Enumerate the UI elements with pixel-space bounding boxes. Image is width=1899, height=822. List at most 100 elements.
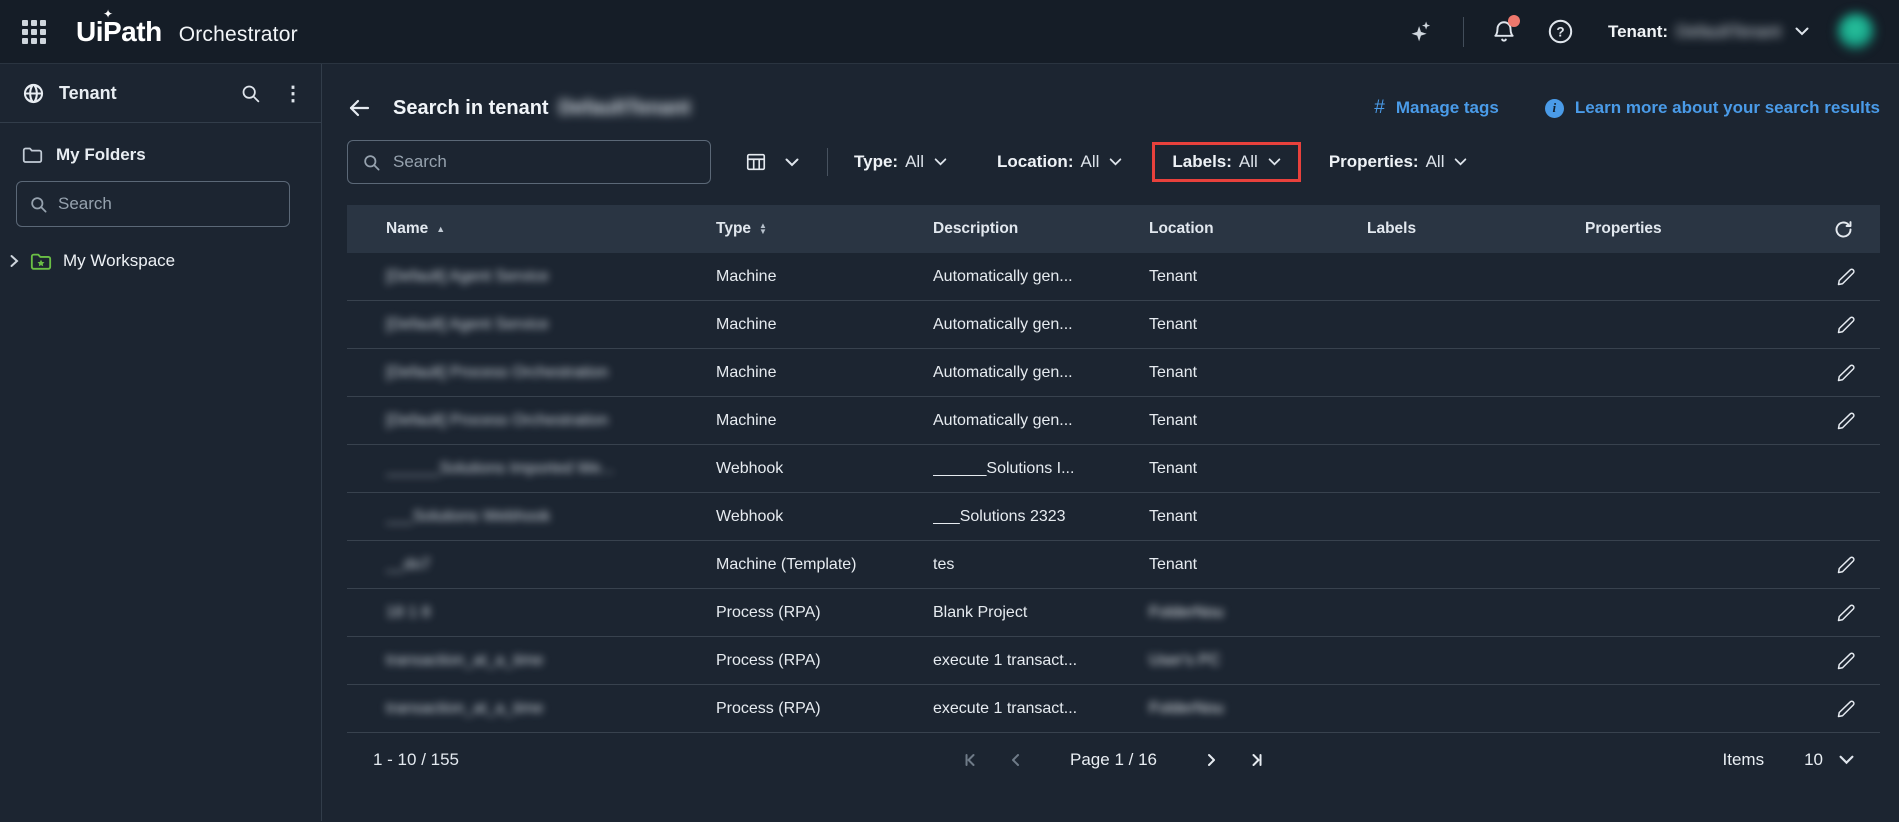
row-location: Tenant	[1149, 459, 1198, 477]
page-title-tenant-name: DefaultTenant	[558, 96, 691, 119]
filter-labels[interactable]: Labels: All	[1172, 152, 1281, 172]
filter-location[interactable]: Location: All	[997, 152, 1122, 172]
chevron-down-icon	[1839, 755, 1854, 765]
search-icon	[364, 154, 380, 170]
table-row[interactable]: transaction_at_a_time Process (RPA) execut…	[347, 637, 1880, 685]
help-icon[interactable]: ?	[1547, 18, 1574, 45]
column-header-labels: Labels	[1367, 220, 1417, 237]
sidebar-kebab-menu-icon[interactable]: ⋮	[283, 81, 303, 106]
sort-asc-icon: ▲	[436, 224, 446, 234]
row-name[interactable]: [Default] Agent Service	[347, 268, 716, 286]
row-name[interactable]: __do7	[347, 556, 716, 574]
app-launcher-icon[interactable]	[22, 19, 46, 44]
column-header-type[interactable]: Type ▲ ▼	[716, 220, 933, 238]
sidebar-item-my-folders[interactable]: My Folders	[22, 145, 321, 165]
row-name[interactable]: ___Solutions Webhook	[347, 508, 716, 526]
last-page-icon[interactable]	[1239, 743, 1273, 777]
first-page-icon[interactable]	[954, 743, 988, 777]
row-name[interactable]: transaction_at_a_time	[347, 652, 716, 670]
sidebar-search-icon[interactable]	[240, 83, 261, 104]
page-indicator: Page 1 / 16	[1070, 750, 1157, 769]
row-name[interactable]: ______Solutions Imported We...	[347, 460, 716, 478]
table-row[interactable]: 18 1 8 Process (RPA) Blank Project FolderNo…	[347, 589, 1880, 637]
table-body: [Default] Agent Service Machine Automatica…	[347, 253, 1880, 733]
topbar-divider	[1462, 16, 1464, 47]
sort-both-icon: ▲ ▼	[759, 221, 767, 236]
folder-icon	[22, 147, 43, 163]
table-row[interactable]: transaction_at_a_time Process (RPA) execut…	[347, 685, 1880, 733]
row-type: Process (RPA)	[716, 603, 821, 621]
row-location: FolderNou	[1149, 603, 1224, 621]
sidebar-search-box	[16, 181, 290, 227]
row-name[interactable]: [Default] Process Orchestration	[347, 412, 716, 430]
tenant-selector[interactable]: Tenant: DefaultTenant	[1608, 22, 1809, 42]
table-row[interactable]: ______Solutions Imported We... Webhook ___…	[347, 445, 1880, 493]
main-search-box	[347, 140, 711, 184]
row-name[interactable]: 18 1 8	[347, 604, 716, 622]
autopilot-icon[interactable]	[1408, 18, 1436, 46]
edit-pencil-icon[interactable]	[1836, 651, 1856, 671]
row-description: execute 1 transact...	[933, 699, 1078, 717]
edit-pencil-icon[interactable]	[1836, 603, 1856, 623]
info-icon: i	[1544, 98, 1564, 118]
row-name[interactable]: [Default] Process Orchestration	[347, 364, 716, 382]
table-row[interactable]: [Default] Agent Service Machine Automatica…	[347, 301, 1880, 349]
table-row[interactable]: [Default] Process Orchestration Machine Au…	[347, 349, 1880, 397]
manage-tags-link[interactable]: # Manage tags	[1374, 97, 1499, 119]
main-search-input[interactable]	[393, 152, 696, 172]
row-location: Tenant	[1149, 507, 1198, 525]
paginator: Page 1 / 16	[954, 743, 1273, 777]
labels-filter-highlight-box: Labels: All	[1152, 142, 1301, 182]
back-arrow-icon[interactable]	[347, 98, 371, 118]
filter-type[interactable]: Type: All	[854, 152, 947, 172]
learn-more-link[interactable]: i Learn more about your search results	[1544, 98, 1880, 118]
my-workspace-label: My Workspace	[63, 251, 176, 270]
sidebar: Tenant ⋮ My Folders Search My Workspace	[0, 64, 322, 821]
column-picker[interactable]	[745, 151, 799, 173]
row-type: Machine	[716, 411, 777, 429]
row-name[interactable]: [Default] Agent Service	[347, 316, 716, 334]
row-description: Automatically gen...	[933, 315, 1073, 333]
search-icon	[31, 196, 47, 212]
sidebar-search-input[interactable]	[58, 194, 277, 214]
table-row[interactable]: ___Solutions Webhook Webhook ___Solutions …	[347, 493, 1880, 541]
chevron-right-icon[interactable]	[8, 254, 20, 268]
globe-icon	[23, 83, 44, 103]
edit-pencil-icon[interactable]	[1836, 411, 1856, 431]
workspace-folder-star-icon	[30, 252, 52, 271]
refresh-icon[interactable]	[1803, 219, 1880, 240]
row-type: Process (RPA)	[716, 651, 821, 669]
user-avatar[interactable]	[1837, 12, 1875, 51]
notifications-bell-icon[interactable]	[1491, 14, 1520, 45]
items-value: 10	[1804, 750, 1823, 769]
next-page-icon[interactable]	[1195, 743, 1229, 777]
hash-icon: #	[1374, 97, 1385, 118]
edit-pencil-icon[interactable]	[1836, 699, 1856, 719]
row-type: Machine	[716, 267, 777, 285]
row-type: Webhook	[716, 507, 784, 525]
column-header-properties: Properties	[1585, 220, 1662, 237]
chevron-down-icon	[934, 158, 947, 166]
items-per-page[interactable]: Items 10	[1723, 750, 1854, 770]
main-content: Search in tenant DefaultTenant # Manage …	[322, 64, 1899, 821]
edit-pencil-icon[interactable]	[1836, 315, 1856, 335]
filter-toolbar: Type: All Location: All Labels: All	[347, 138, 1880, 186]
sidebar-header: Tenant ⋮	[0, 64, 321, 123]
row-type: Machine (Template)	[716, 555, 857, 573]
edit-pencil-icon[interactable]	[1836, 363, 1856, 383]
edit-pencil-icon[interactable]	[1836, 555, 1856, 575]
row-description: Automatically gen...	[933, 411, 1073, 429]
row-type: Machine	[716, 363, 777, 381]
previous-page-icon[interactable]	[998, 743, 1032, 777]
filter-properties[interactable]: Properties: All	[1329, 152, 1468, 172]
row-location: Tenant	[1149, 555, 1198, 573]
logo-app-name: Orchestrator	[178, 22, 298, 46]
table-row[interactable]: [Default] Process Orchestration Machine Au…	[347, 397, 1880, 445]
sidebar-item-my-workspace[interactable]: My Workspace	[8, 251, 321, 271]
table-row[interactable]: [Default] Agent Service Machine Automatica…	[347, 253, 1880, 301]
table-row[interactable]: __do7 Machine (Template) tes Tenant	[347, 541, 1880, 589]
edit-pencil-icon[interactable]	[1836, 267, 1856, 287]
row-name[interactable]: transaction_at_a_time	[347, 700, 716, 718]
column-header-name[interactable]: Name ▲	[347, 220, 716, 238]
row-description: ______Solutions I...	[933, 459, 1075, 477]
